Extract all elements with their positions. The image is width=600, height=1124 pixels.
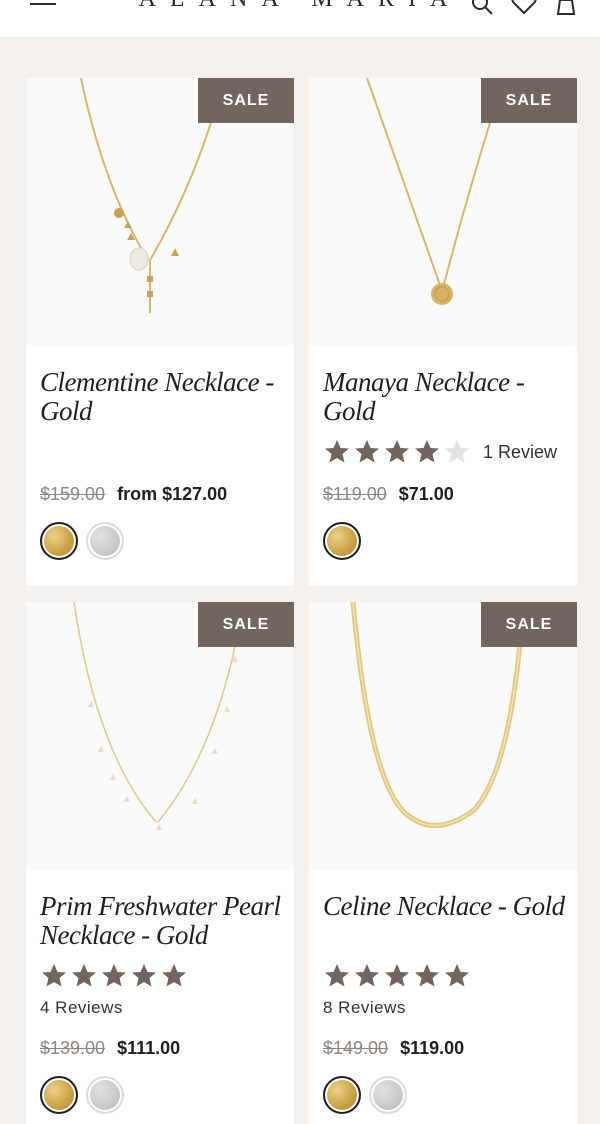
sale-badge: SALE <box>198 602 294 647</box>
silver-swatch[interactable] <box>86 1076 124 1114</box>
product-title[interactable]: Prim Freshwater Pearl Necklace - Gold <box>40 892 284 950</box>
sale-badge: SALE <box>481 78 577 123</box>
star-icon <box>385 964 409 987</box>
star-rating <box>323 438 471 466</box>
old-price: $159.00 <box>40 484 106 504</box>
review-count[interactable]: 1 Review <box>483 442 557 463</box>
star-rating <box>323 962 471 990</box>
color-swatches <box>323 1076 407 1114</box>
gold-swatch[interactable] <box>323 1076 361 1114</box>
product-rating[interactable] <box>323 962 471 990</box>
star-icon <box>325 964 349 987</box>
color-swatches <box>323 522 361 560</box>
star-icon <box>355 964 379 987</box>
review-count[interactable]: 8 Reviews <box>323 998 406 1018</box>
old-price: $149.00 <box>323 1038 389 1058</box>
silver-swatch[interactable] <box>86 522 124 560</box>
product-rating[interactable]: 1 Review <box>323 438 557 466</box>
product-price: $159.00 from $127.00 <box>40 484 227 505</box>
old-price: $119.00 <box>323 484 387 504</box>
review-count[interactable]: 4 Reviews <box>40 998 123 1018</box>
product-rating[interactable] <box>40 962 188 990</box>
star-icon <box>42 964 66 987</box>
sale-price: from $127.00 <box>117 484 228 504</box>
star-icon <box>355 440 379 463</box>
gold-swatch[interactable] <box>40 522 78 560</box>
star-icon <box>132 964 156 987</box>
sale-price: $71.00 <box>398 484 454 504</box>
star-icon <box>415 964 439 987</box>
product-title[interactable]: Manaya Necklace - Gold <box>323 368 567 426</box>
gold-swatch[interactable] <box>40 1076 78 1114</box>
star-icon <box>415 440 439 463</box>
product-card[interactable]: SALE Prim Freshwater Pearl Necklace - Go… <box>26 602 294 1124</box>
product-image[interactable]: SALE <box>309 78 577 346</box>
product-price: $139.00 $111.00 <box>40 1038 180 1059</box>
star-icon <box>445 964 469 987</box>
silver-swatch[interactable] <box>369 1076 407 1114</box>
color-swatches <box>40 1076 124 1114</box>
star-icon <box>325 440 349 463</box>
product-card[interactable]: SALE Manaya Necklace - Gold 1 Review $11… <box>309 78 577 586</box>
product-title[interactable]: Clementine Necklace - Gold <box>40 368 284 426</box>
old-price: $139.00 <box>40 1038 106 1058</box>
star-icon <box>102 964 126 987</box>
star-icon <box>72 964 96 987</box>
star-rating <box>40 962 188 990</box>
star-icon <box>445 440 469 463</box>
sale-badge: SALE <box>481 602 577 647</box>
product-card[interactable]: SALE Clementine Necklace - Gold $159.00 … <box>26 78 294 586</box>
sale-badge: SALE <box>198 78 294 123</box>
product-price: $119.00 $71.00 <box>323 484 454 505</box>
color-swatches <box>40 522 124 560</box>
star-icon <box>385 440 409 463</box>
product-card[interactable]: SALE Celine Necklace - Gold 8 Reviews $1… <box>309 602 577 1124</box>
product-image[interactable]: SALE <box>26 602 294 870</box>
star-icon <box>162 964 186 987</box>
sale-price: $111.00 <box>117 1038 181 1058</box>
product-image[interactable]: SALE <box>26 78 294 346</box>
sale-price: $119.00 <box>400 1038 465 1058</box>
product-grid: SALE Clementine Necklace - Gold $159.00 … <box>0 0 600 1124</box>
product-price: $149.00 $119.00 <box>323 1038 464 1059</box>
product-title[interactable]: Celine Necklace - Gold <box>323 892 567 921</box>
product-image[interactable]: SALE <box>309 602 577 870</box>
gold-swatch[interactable] <box>323 522 361 560</box>
